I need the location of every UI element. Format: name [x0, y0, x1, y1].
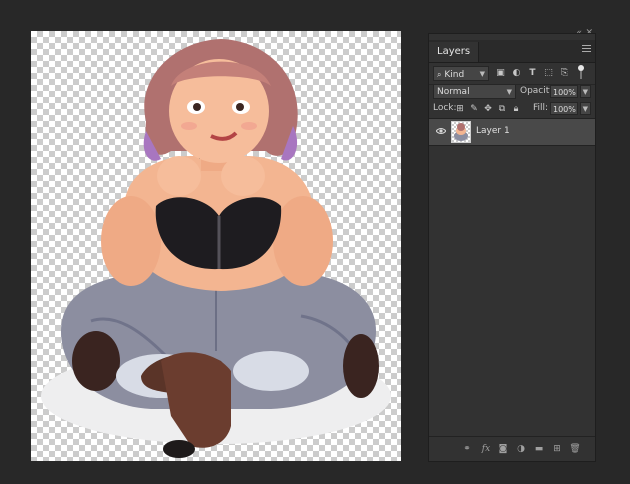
blend-mode-dropdown[interactable]: Normal ▼ [433, 84, 516, 99]
tab-layers[interactable]: Layers [429, 42, 480, 62]
arm-right [273, 196, 333, 286]
lock-label: Lock: [433, 103, 457, 113]
fill-slider-toggle[interactable]: ▼ [580, 102, 591, 115]
eye-icon[interactable] [436, 127, 446, 135]
lock-transparent-icon[interactable]: ⊞ [455, 104, 465, 114]
layer-name[interactable]: Layer 1 [476, 126, 510, 136]
blend-mode-value: Normal [437, 87, 470, 97]
lock-artboard-icon[interactable]: ⧉ [497, 104, 507, 114]
opacity-input[interactable]: 100% [550, 85, 578, 98]
image-filter-icon[interactable]: ▣ [495, 68, 506, 79]
fill-input[interactable]: 100% [550, 102, 578, 115]
chevron-down-icon: ▼ [582, 88, 588, 96]
character-artwork [41, 39, 391, 458]
opacity-slider-toggle[interactable]: ▼ [580, 85, 591, 98]
layer-row[interactable]: Layer 1 [429, 118, 595, 146]
lock-row: Lock: ⊞ ✎ ✥ ⧉ 🔒︎ Fill: 100% ▼ [429, 100, 595, 118]
filter-row: ⌕ Kind ▼ ▣ ◐ T ⬚ ⎘ [429, 65, 595, 83]
knee-rip-left [72, 331, 120, 391]
filter-toggle-icon[interactable] [575, 65, 586, 79]
new-adjustment-icon[interactable]: ◑ [515, 443, 527, 455]
hand-left [157, 156, 201, 196]
layers-bottom-toolbar: ⚭ fx ◙ ◑ ▬ ⊞ 🗑︎ [429, 436, 595, 461]
layers-panel: Layers ⌕ Kind ▼ ▣ ◐ T ⬚ ⎘ Normal ▼ Opaci… [428, 33, 596, 462]
document-canvas[interactable] [31, 31, 401, 461]
blend-row: Normal ▼ Opacity: 100% ▼ [429, 83, 595, 101]
lock-all-icon[interactable]: 🔒︎ [511, 104, 521, 114]
search-icon: ⌕ [437, 70, 442, 79]
type-filter-icon[interactable]: T [527, 68, 538, 79]
shape-filter-icon[interactable]: ⬚ [543, 68, 554, 79]
panel-tab-bar: Layers [429, 40, 595, 63]
lock-position-icon[interactable]: ✥ [483, 104, 493, 114]
fill-label: Fill: [533, 103, 549, 113]
chevron-down-icon: ▼ [506, 88, 512, 96]
adjustment-filter-icon[interactable]: ◐ [511, 68, 522, 79]
lock-paint-icon[interactable]: ✎ [469, 104, 479, 114]
chevron-down-icon: ▼ [582, 105, 588, 113]
foot [163, 440, 195, 458]
chevron-down-icon: ▼ [479, 70, 485, 78]
add-mask-icon[interactable]: ◙ [497, 443, 509, 455]
fx-icon[interactable]: fx [480, 443, 492, 455]
new-group-icon[interactable]: ▬ [533, 443, 545, 455]
arm-left [101, 196, 161, 286]
link-layers-icon[interactable]: ⚭ [461, 443, 473, 455]
trash-icon[interactable]: 🗑︎ [569, 443, 581, 455]
filter-kind-dropdown[interactable]: ⌕ Kind ▼ [433, 66, 489, 81]
knee-rip-right [343, 334, 379, 398]
filter-kind-label: Kind [444, 70, 465, 80]
new-layer-icon[interactable]: ⊞ [551, 443, 563, 455]
smart-object-filter-icon[interactable]: ⎘ [559, 68, 570, 79]
layer-thumbnail[interactable] [451, 121, 471, 143]
panel-menu-icon[interactable] [582, 45, 591, 54]
